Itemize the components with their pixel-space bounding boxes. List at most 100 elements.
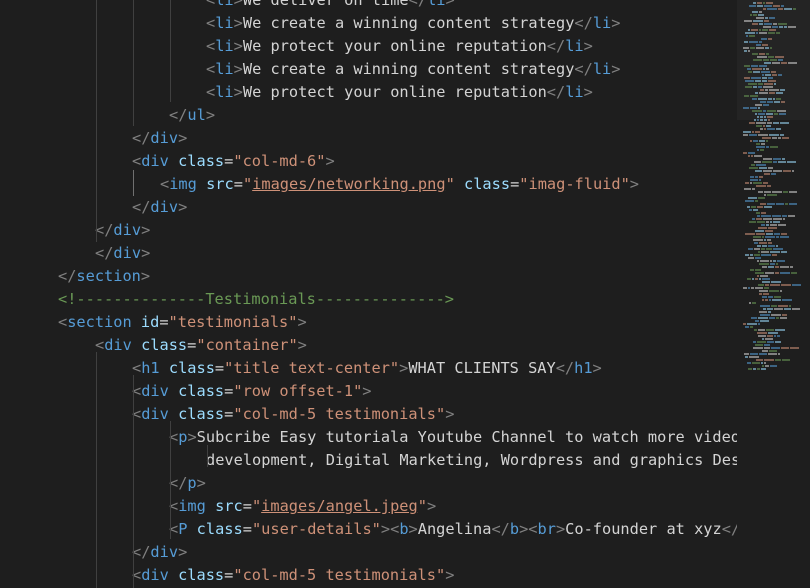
code-line[interactable]: </div> xyxy=(132,127,187,150)
minimap-code-stroke xyxy=(763,308,766,310)
minimap-code-stroke xyxy=(747,206,750,208)
minimap-code-stroke xyxy=(758,251,760,253)
code-token: li xyxy=(427,0,446,9)
code-line[interactable]: <img src="images/networking.png" class="… xyxy=(160,173,639,196)
code-line[interactable]: <div class="col-md-5 testimonials"> xyxy=(132,403,454,426)
minimap-code-stroke xyxy=(765,299,768,301)
code-line[interactable]: <li>We protect your online reputation</l… xyxy=(206,35,593,58)
minimap-code-stroke xyxy=(764,362,766,364)
minimap-code-stroke xyxy=(770,365,777,367)
code-line[interactable]: <h1 class="title text-center">WHAT CLIEN… xyxy=(132,357,602,380)
minimap-code-stroke xyxy=(753,341,756,343)
minimap-code-stroke xyxy=(751,317,757,319)
code-line[interactable]: <img src="images/angel.jpeg"> xyxy=(169,495,436,518)
code-token: > xyxy=(233,83,243,101)
minimap-code-stroke xyxy=(789,305,791,307)
minimap[interactable] xyxy=(737,0,810,588)
code-line[interactable]: <div class="row offset-1"> xyxy=(132,380,372,403)
minimap-code-stroke xyxy=(759,290,768,292)
minimap-code-stroke xyxy=(790,347,799,349)
minimap-code-stroke xyxy=(773,98,775,100)
minimap-code-stroke xyxy=(762,281,770,283)
minimap-code-stroke xyxy=(756,47,764,49)
code-editor[interactable]: <li>We deliver on time</li> <li>We create… xyxy=(0,0,737,588)
minimap-code-stroke xyxy=(748,197,757,199)
code-line[interactable]: </div> xyxy=(95,219,150,242)
minimap-code-stroke xyxy=(765,272,774,274)
code-line[interactable]: <div class="container"> xyxy=(95,334,307,357)
minimap-code-stroke xyxy=(759,263,769,265)
minimap-code-stroke xyxy=(745,233,755,235)
minimap-code-stroke xyxy=(758,98,767,100)
code-line[interactable]: <div class="col-md-6"> xyxy=(132,150,335,173)
code-token: We create a winning content strategy xyxy=(242,14,575,32)
code-line[interactable]: </div> xyxy=(132,196,187,219)
minimap-code-stroke xyxy=(749,356,759,358)
code-token: li xyxy=(215,37,234,55)
code-line[interactable]: </div> xyxy=(132,541,187,564)
minimap-code-stroke xyxy=(753,368,756,370)
minimap-code-stroke xyxy=(752,218,755,220)
code-token: > xyxy=(187,428,197,446)
code-line[interactable]: <P class="user-details"><b>Angelina</b><… xyxy=(169,518,737,541)
minimap-code-stroke xyxy=(756,32,758,34)
code-token: < xyxy=(58,313,68,331)
code-token: < xyxy=(160,175,170,193)
code-line[interactable]: <li>We create a winning content strategy… xyxy=(206,58,620,81)
code-line[interactable]: <li>We create a winning content strategy… xyxy=(206,12,620,35)
minimap-code-stroke xyxy=(745,356,748,358)
minimap-code-stroke xyxy=(759,140,765,142)
code-line[interactable]: </section> xyxy=(58,265,150,288)
minimap-code-stroke xyxy=(748,71,752,73)
code-line[interactable]: <!--------------Testimonials------------… xyxy=(58,288,454,311)
minimap-code-stroke xyxy=(762,299,764,301)
code-token: </ xyxy=(132,198,151,216)
code-line[interactable]: <section id="testimonials"> xyxy=(58,311,307,334)
minimap-code-stroke xyxy=(772,137,777,139)
minimap-code-stroke xyxy=(793,8,796,10)
minimap-code-stroke xyxy=(763,158,772,160)
code-line[interactable]: <div class="col-md-5 testimonials"> xyxy=(132,564,454,587)
code-line[interactable]: </div> xyxy=(95,242,150,265)
minimap-code-stroke xyxy=(759,41,762,43)
code-line[interactable]: development, Digital Marketing, Wordpres… xyxy=(206,449,737,472)
code-token: > xyxy=(140,267,151,285)
minimap-code-stroke xyxy=(792,308,800,310)
minimap-code-stroke xyxy=(766,125,771,127)
code-token: section xyxy=(67,313,132,331)
minimap-code-stroke xyxy=(759,92,768,94)
code-token: </ xyxy=(491,520,510,538)
minimap-code-stroke xyxy=(751,287,754,289)
code-line[interactable]: <p>Subcribe Easy tutoriala Youtube Chann… xyxy=(169,426,737,449)
code-token: < xyxy=(390,520,400,538)
minimap-code-stroke xyxy=(778,305,788,307)
minimap-code-stroke xyxy=(781,347,789,349)
minimap-code-stroke xyxy=(768,296,773,298)
indent-guide xyxy=(170,421,171,539)
code-token: > xyxy=(611,14,621,32)
minimap-code-stroke xyxy=(757,368,760,370)
minimap-code-stroke xyxy=(751,77,761,79)
code-line[interactable]: </p> xyxy=(169,472,206,495)
minimap-code-stroke xyxy=(768,77,773,79)
minimap-code-stroke xyxy=(778,161,786,163)
code-token: div xyxy=(150,129,179,147)
minimap-code-stroke xyxy=(773,23,777,25)
code-token: " xyxy=(242,175,253,193)
minimap-code-stroke xyxy=(782,137,789,139)
code-line[interactable]: </ul> xyxy=(169,104,215,127)
minimap-code-stroke xyxy=(768,119,770,121)
code-line[interactable]: <li>We protect your online reputation</l… xyxy=(206,81,593,104)
minimap-code-stroke xyxy=(780,134,784,136)
code-token: class xyxy=(168,359,215,377)
minimap-code-stroke xyxy=(748,248,753,250)
minimap-code-stroke xyxy=(780,236,789,238)
code-token: "title text-center" xyxy=(224,359,400,377)
code-line[interactable]: <li>We deliver on time</li> xyxy=(206,0,455,12)
code-token: </ xyxy=(58,267,77,285)
minimap-code-stroke xyxy=(772,254,777,256)
minimap-code-stroke xyxy=(747,362,751,364)
indent-guide xyxy=(133,170,134,196)
